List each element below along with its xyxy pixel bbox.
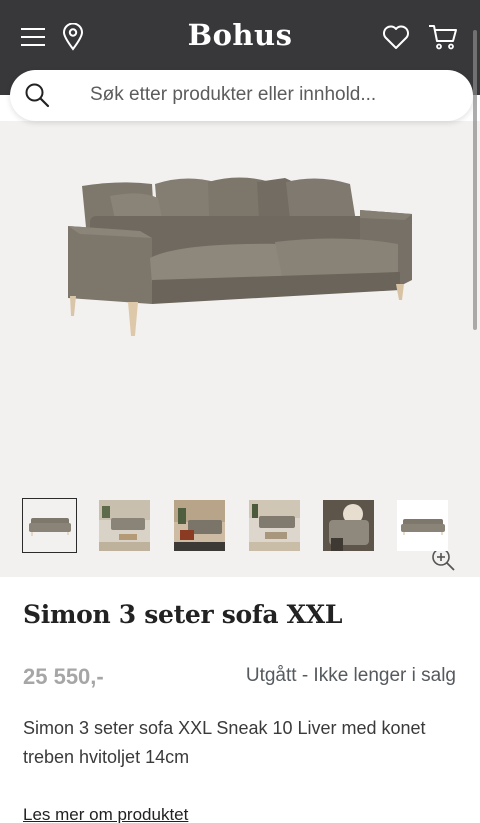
thumbnail-1[interactable] bbox=[22, 498, 77, 553]
product-title: Simon 3 seter sofa XXL bbox=[23, 600, 343, 629]
thumbnail-image bbox=[174, 500, 225, 551]
thumbnail-image bbox=[24, 500, 75, 551]
wishlist-button[interactable] bbox=[381, 22, 411, 52]
thumbnail-image bbox=[99, 500, 150, 551]
search-bar bbox=[10, 70, 473, 121]
product-description: Simon 3 seter sofa XXL Sneak 10 Liver me… bbox=[23, 718, 426, 767]
availability-status: Utgått - Ikke lenger i salg bbox=[245, 665, 456, 686]
thumbnail-4[interactable] bbox=[247, 498, 302, 553]
heart-icon bbox=[383, 25, 409, 49]
thumbnail-6[interactable] bbox=[395, 498, 450, 553]
product-price: 25 550,- bbox=[23, 664, 104, 689]
thumbnail-image bbox=[249, 500, 300, 551]
page-scrollbar[interactable] bbox=[473, 30, 477, 330]
search-icon[interactable] bbox=[24, 82, 50, 108]
thumbnail-image bbox=[323, 500, 374, 551]
shopping-cart-icon bbox=[429, 25, 457, 50]
main-product-image[interactable] bbox=[60, 176, 420, 341]
thumbnail-strip bbox=[0, 498, 480, 554]
thumbnail-image bbox=[397, 500, 448, 551]
thumbnail-5[interactable] bbox=[321, 498, 376, 553]
thumbnail-3[interactable] bbox=[172, 498, 227, 553]
cart-button[interactable] bbox=[428, 22, 458, 52]
thumbnail-2[interactable] bbox=[97, 498, 152, 553]
search-input[interactable] bbox=[90, 80, 450, 110]
read-more-link[interactable]: Les mer om produktet bbox=[23, 805, 188, 823]
